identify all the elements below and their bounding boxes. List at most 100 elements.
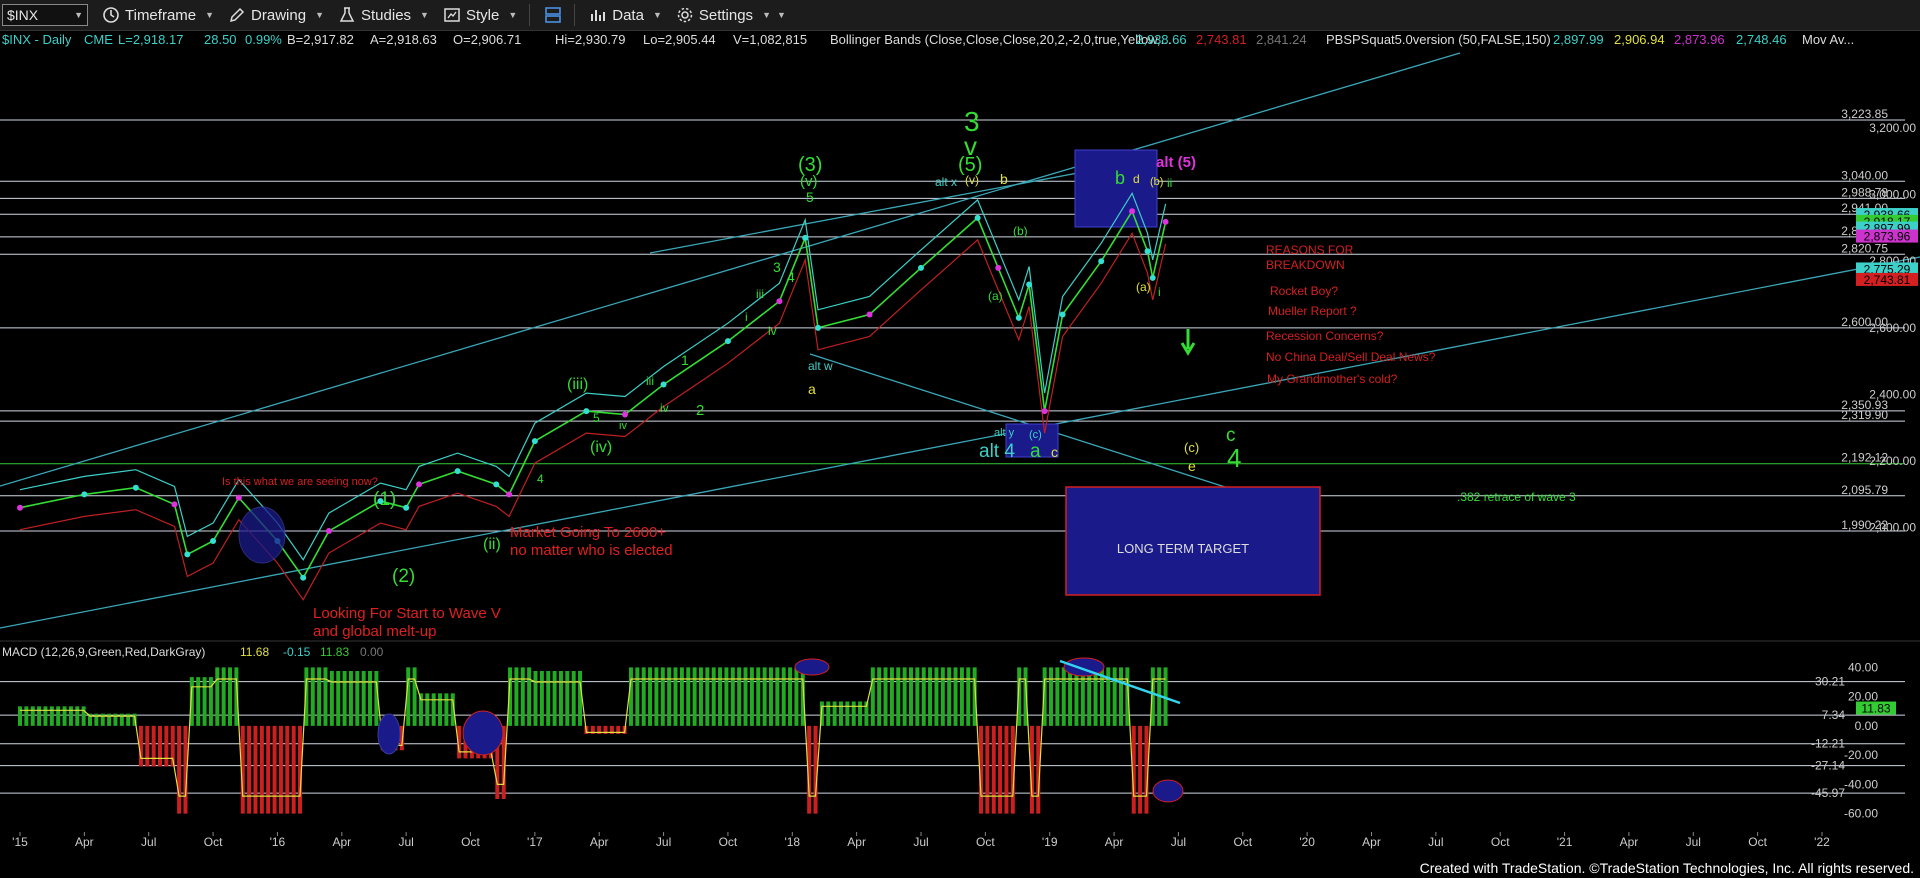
level-label: 3,040.00 bbox=[1841, 168, 1888, 182]
time-tick-label: Jul bbox=[1171, 835, 1186, 849]
reasons-box: REASONS FOR BREAKDOWN Rocket Boy? Muelle… bbox=[1266, 243, 1436, 386]
time-tick-label: Jul bbox=[1428, 835, 1443, 849]
symbol-info: $INX - Daily bbox=[2, 32, 72, 47]
time-tick-label: Jul bbox=[141, 835, 156, 849]
symbol-box[interactable]: $INX ▼ bbox=[2, 4, 88, 26]
chevron-down-icon[interactable]: ▼ bbox=[74, 10, 83, 20]
timeframe-button[interactable]: Timeframe ▼ bbox=[102, 6, 214, 24]
bar-chart-icon bbox=[591, 10, 606, 21]
time-tick-label: '19 bbox=[1042, 835, 1058, 849]
wave-a-green: a bbox=[1030, 441, 1041, 462]
chevron-down-icon: ▼ bbox=[420, 10, 429, 20]
price-tick-label: 2,200.00 bbox=[1869, 454, 1916, 468]
drawing-button[interactable]: Drawing ▼ bbox=[228, 6, 324, 24]
price-badge: 2,743.81 bbox=[1856, 272, 1918, 287]
price-tick-label: 3,000.00 bbox=[1869, 188, 1916, 202]
pbs-label: PBSPSquat5.0version (50,FALSE,150) bbox=[1326, 32, 1551, 47]
price-badge-text: 2,873.96 bbox=[1864, 230, 1911, 244]
macd-tick-label: -60.00 bbox=[1844, 807, 1878, 821]
mov-av-label: Mov Av... bbox=[1802, 32, 1854, 47]
trendlines bbox=[0, 52, 1920, 629]
wave-c-small: c bbox=[1051, 444, 1058, 460]
wave-ii-label: ii bbox=[1167, 176, 1172, 190]
pbs-value-4: 2,748.46 bbox=[1736, 32, 1787, 47]
price-point bbox=[1129, 208, 1136, 215]
style-button[interactable]: Style ▼ bbox=[443, 6, 517, 24]
reasons-title-2: BREAKDOWN bbox=[1266, 258, 1345, 272]
lower-channel-line bbox=[0, 256, 1920, 629]
wave-i-small: i bbox=[745, 310, 748, 324]
reasons-title-1: REASONS FOR bbox=[1266, 243, 1354, 257]
macd-value-2: -0.15 bbox=[283, 645, 311, 659]
wave-b-label: b bbox=[1000, 171, 1008, 187]
wave-3-small: 3 bbox=[773, 259, 781, 275]
footer-credit: Created with TradeStation. ©TradeStation… bbox=[1419, 860, 1914, 876]
price-point bbox=[1144, 248, 1151, 255]
settings-button[interactable]: Settings ▼ bbox=[676, 6, 771, 24]
wave-i-label: i bbox=[1158, 285, 1161, 299]
macd-tick-label: -20.00 bbox=[1844, 748, 1878, 762]
price-point bbox=[815, 324, 822, 331]
price-point bbox=[235, 494, 242, 501]
time-tick-label: Oct bbox=[1491, 835, 1510, 849]
price-point bbox=[1059, 311, 1066, 318]
price-line bbox=[19, 209, 1167, 580]
macd-value-1: 11.68 bbox=[240, 645, 269, 659]
time-tick-label: '16 bbox=[270, 835, 286, 849]
price-point bbox=[531, 438, 538, 445]
time-tick-label: '15 bbox=[12, 835, 28, 849]
chevron-down-icon: ▼ bbox=[315, 10, 324, 20]
wave-4-label: 4 bbox=[1227, 443, 1241, 473]
chevron-down-icon: ▼ bbox=[652, 10, 662, 20]
macd-ellipse-5 bbox=[1152, 779, 1184, 803]
wave-b-green: b bbox=[1115, 168, 1125, 188]
wave-c-paren-yellow: (c) bbox=[1184, 440, 1199, 455]
bb-mid: 2,841.24 bbox=[1256, 32, 1307, 47]
drawing-label: Drawing bbox=[251, 6, 307, 24]
level-label: 2,095.79 bbox=[1841, 483, 1888, 497]
low: Lo=2,905.44 bbox=[643, 32, 716, 47]
studies-button[interactable]: Studies ▼ bbox=[338, 6, 429, 24]
high: Hi=2,930.79 bbox=[555, 32, 625, 47]
macd-series bbox=[18, 667, 1168, 814]
price-point bbox=[416, 481, 423, 488]
layout-button[interactable] bbox=[544, 6, 562, 24]
wave-a-left: a bbox=[808, 381, 816, 397]
alt-4-label: alt 4 bbox=[979, 441, 1015, 462]
price-point bbox=[454, 468, 461, 475]
ask: A=2,918.63 bbox=[370, 32, 437, 47]
highlight-ellipse bbox=[238, 506, 286, 564]
time-tick-label: '18 bbox=[784, 835, 800, 849]
time-tick-label: Apr bbox=[332, 835, 351, 849]
time-tick-label: Oct bbox=[204, 835, 223, 849]
wave-5-small: 5 bbox=[806, 189, 814, 205]
volume: V=1,082,815 bbox=[733, 32, 807, 47]
macd-level-label: -12.21 bbox=[1811, 737, 1845, 751]
wave-a-paren-yellow: (a) bbox=[1136, 280, 1151, 294]
reason-5: My Grandmother's cold? bbox=[1267, 372, 1398, 386]
layout-icon bbox=[545, 7, 562, 23]
price-tick-label: 2,600.00 bbox=[1869, 321, 1916, 335]
price-badge: 2,873.96 bbox=[1856, 229, 1918, 244]
wave-iv-small: iv bbox=[768, 324, 777, 338]
more-icon[interactable]: ▼ bbox=[777, 10, 786, 20]
wave-iii-small: iii bbox=[756, 287, 764, 301]
macd-value-4: 0.00 bbox=[360, 645, 384, 659]
price-point bbox=[1162, 218, 1169, 225]
macd-axis: 40.0020.000.00-20.00-40.00-60.0011.83 bbox=[1844, 660, 1896, 821]
data-label: Data bbox=[612, 6, 644, 24]
price-point bbox=[776, 298, 783, 305]
price-point bbox=[210, 538, 217, 545]
time-tick-label: Oct bbox=[461, 835, 480, 849]
chart-canvas[interactable]: 3,223.853,040.002,988.782,941.002,873.00… bbox=[0, 31, 1920, 859]
data-button[interactable]: Data ▼ bbox=[589, 6, 662, 24]
time-tick-label: Oct bbox=[976, 835, 995, 849]
price-point bbox=[184, 551, 191, 558]
macd-level-label: -27.14 bbox=[1811, 759, 1845, 773]
price-badge-text: 2,743.81 bbox=[1864, 273, 1911, 287]
long-term-target-label: LONG TERM TARGET bbox=[1117, 541, 1249, 556]
price-point bbox=[493, 481, 500, 488]
horizontal-levels: 3,223.853,040.002,988.782,941.002,873.00… bbox=[0, 107, 1905, 532]
wave-2-label: 2 bbox=[696, 402, 704, 419]
wave-d-label: d bbox=[1133, 172, 1140, 186]
